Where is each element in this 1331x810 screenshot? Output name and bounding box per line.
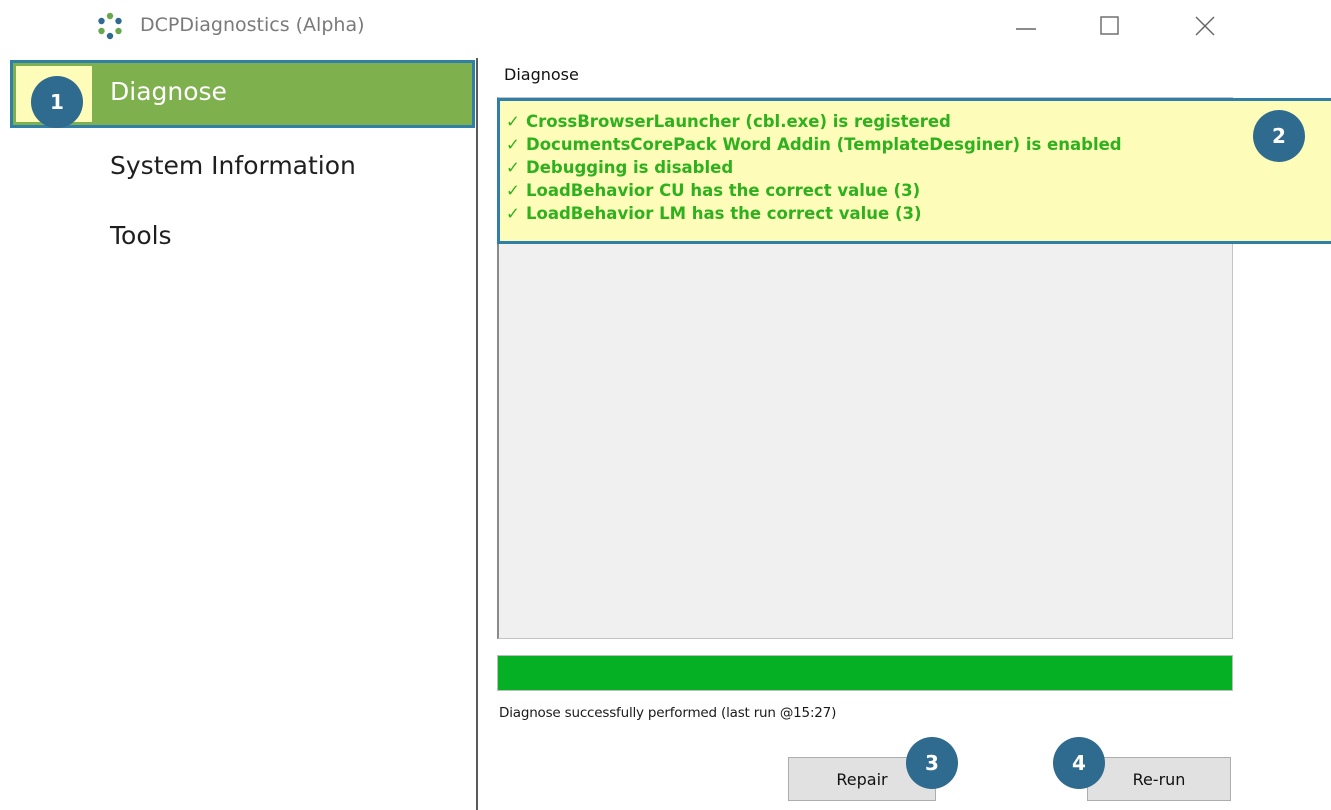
page-title: Diagnose — [504, 65, 579, 84]
list-item: ✓ DocumentsCorePack Word Addin (TemplateD… — [506, 133, 1122, 156]
checkmark-icon: ✓ — [506, 204, 520, 223]
results-list: ✓ CrossBrowserLauncher (cbl.exe) is regis… — [506, 110, 1122, 225]
list-item: ✓ LoadBehavior LM has the correct value (… — [506, 202, 1122, 225]
result-text: LoadBehavior CU has the correct value (3… — [526, 181, 921, 200]
sidebar-divider — [476, 58, 478, 810]
close-icon — [1195, 16, 1215, 36]
sidebar-item-label: Diagnose — [110, 77, 227, 106]
list-item: ✓ LoadBehavior CU has the correct value (… — [506, 179, 1122, 202]
progress-bar — [497, 655, 1233, 691]
callout-badge-3: 3 — [906, 737, 958, 789]
result-text: CrossBrowserLauncher (cbl.exe) is regist… — [526, 112, 951, 131]
callout-badge-4: 4 — [1053, 737, 1105, 789]
result-text: Debugging is disabled — [526, 158, 734, 177]
checkmark-icon: ✓ — [506, 135, 520, 154]
checkmark-icon: ✓ — [506, 112, 520, 131]
maximize-icon — [1100, 16, 1119, 35]
title-bar: DCPDiagnostics (Alpha) — [0, 0, 1331, 52]
callout-badge-2: 2 — [1253, 110, 1305, 162]
sidebar-item-tools[interactable]: Tools — [110, 221, 172, 250]
result-text: LoadBehavior LM has the correct value (3… — [526, 204, 922, 223]
list-item: ✓ CrossBrowserLauncher (cbl.exe) is regis… — [506, 110, 1122, 133]
rerun-button[interactable]: Re-run — [1087, 757, 1231, 801]
minimize-button[interactable] — [996, 6, 1056, 46]
list-item: ✓ Debugging is disabled — [506, 156, 1122, 179]
close-button[interactable] — [1175, 6, 1235, 46]
window-title: DCPDiagnostics (Alpha) — [140, 14, 365, 36]
sidebar-item-system-information[interactable]: System Information — [110, 151, 356, 180]
checkmark-icon: ✓ — [506, 158, 520, 177]
minimize-icon — [1016, 28, 1036, 30]
status-text: Diagnose successfully performed (last ru… — [499, 705, 837, 721]
checkmark-icon: ✓ — [506, 181, 520, 200]
maximize-button[interactable] — [1080, 6, 1140, 46]
progress-bar-fill — [498, 656, 1232, 690]
dcp-logo-icon — [98, 12, 122, 40]
callout-badge-1: 1 — [31, 76, 83, 128]
result-text: DocumentsCorePack Word Addin (TemplateDe… — [526, 135, 1122, 154]
